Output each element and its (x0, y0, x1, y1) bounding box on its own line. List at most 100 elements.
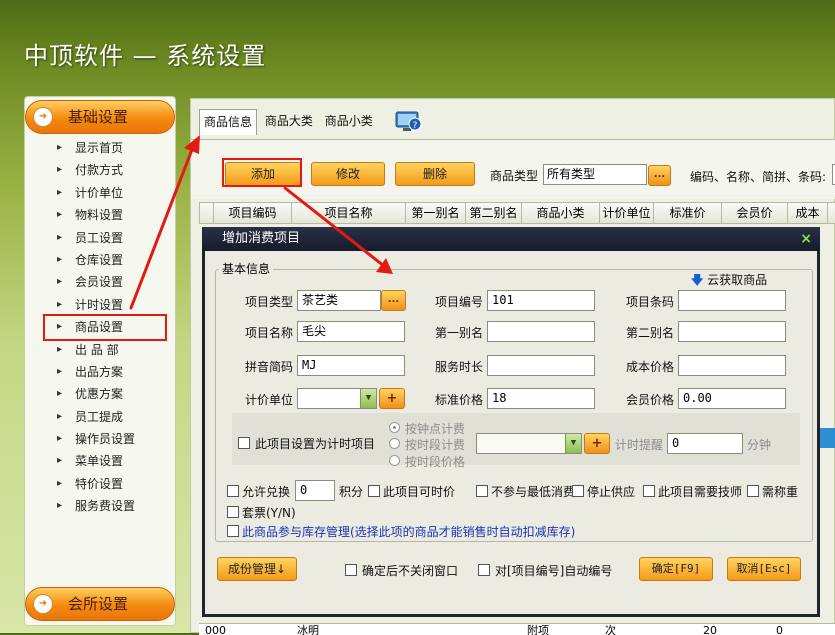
svg-text:?: ? (412, 121, 417, 131)
need-weigh-checkbox[interactable] (747, 485, 759, 497)
cloud-fetch-label: 云获取商品 (707, 273, 768, 287)
sidebar-item-timing[interactable]: 计时设置 (49, 294, 169, 316)
dialog-title-bar[interactable]: 增加消费项目 × (202, 227, 820, 251)
alias1-label: 第一别名 (435, 326, 484, 340)
auto-number-label: 对[项目编号]自动编号 (495, 564, 613, 578)
set-meal-label: 套票(Y/N) (242, 506, 296, 520)
sidebar-item-menu[interactable]: 菜单设置 (49, 450, 169, 472)
row-marker-header (200, 203, 214, 223)
chevron-down-icon[interactable]: ▼ (360, 389, 376, 408)
type-select[interactable]: 所有类型 (543, 164, 647, 185)
item-type-browse-button[interactable]: ... (381, 290, 406, 311)
add-unit-button[interactable]: + (379, 388, 405, 409)
alias2-field[interactable] (678, 321, 786, 342)
add-item-dialog: 增加消费项目 × 基本信息 🡇 云获取商品 项目类型 茶艺类 ... 项目编号 … (202, 227, 820, 617)
alias1-field[interactable] (487, 321, 595, 342)
unit-select[interactable]: ▼ (297, 388, 377, 409)
col-member-price[interactable]: 会员价 (722, 203, 788, 223)
timer-item-checkbox[interactable] (238, 437, 250, 449)
dialog-title: 增加消费项目 (222, 231, 301, 246)
sidebar-item-commission[interactable]: 员工提成 (49, 406, 169, 428)
item-code-field[interactable]: 101 (487, 290, 595, 311)
components-button[interactable]: 成份管理↓ (217, 557, 297, 581)
item-barcode-label: 项目条码 (626, 295, 675, 309)
sidebar-item-members[interactable]: 会员设置 (49, 271, 169, 293)
discountable-checkbox[interactable] (368, 485, 380, 497)
exchange-checkbox[interactable] (227, 485, 239, 497)
radio-hourly[interactable] (389, 422, 400, 433)
radio-period-price[interactable] (389, 455, 400, 466)
help-monitor-icon[interactable]: ? (395, 109, 423, 133)
col-cost[interactable]: 成本 (788, 203, 828, 223)
inventory-checkbox[interactable] (227, 525, 239, 537)
radio-period-label: 按时段计费 (405, 438, 466, 452)
delete-button[interactable]: 删除 (395, 162, 475, 186)
col-item-code[interactable]: 项目编码 (214, 203, 292, 223)
inventory-label: 此商品参与库存管理(选择此项的商品才能销售时自动扣减库存) (242, 525, 576, 539)
cloud-fetch-button[interactable]: 🡇 云获取商品 (691, 271, 767, 292)
search-label: 编码、名称、简拼、条码: (690, 170, 827, 184)
tab-product-info[interactable]: 商品信息 (199, 109, 258, 135)
sidebar-item-payment[interactable]: 付款方式 (49, 159, 169, 181)
item-type-field[interactable]: 茶艺类 (297, 290, 381, 311)
col-alias1[interactable]: 第一别名 (406, 203, 466, 223)
sidebar-item-dispatch[interactable]: 出 品 部 (49, 339, 169, 361)
sidebar-item-staff[interactable]: 员工设置 (49, 227, 169, 249)
type-browse-button[interactable]: ... (648, 165, 671, 186)
need-tech-checkbox[interactable] (643, 485, 655, 497)
app-title: 中顶软件 — 系统设置 (24, 42, 267, 70)
edit-button[interactable]: 修改 (311, 162, 385, 186)
table-row[interactable]: 000 冰明 附项 次 20 0 (199, 623, 835, 635)
section-basic-settings[interactable]: ➜ 基础设置 (25, 100, 175, 134)
col-alias2[interactable]: 第二别名 (466, 203, 522, 223)
col-std-price[interactable]: 标准价 (654, 203, 722, 223)
cell-std-price: 20 (703, 624, 717, 635)
sidebar-item-units[interactable]: 计价单位 (49, 182, 169, 204)
item-barcode-field[interactable] (678, 290, 786, 311)
reminder-field[interactable]: 0 (667, 433, 743, 454)
close-icon[interactable]: × (800, 227, 812, 251)
member-price-field[interactable]: 0.00 (678, 388, 786, 409)
tab-subcategory[interactable]: 商品小类 (321, 109, 377, 135)
set-meal-checkbox[interactable] (227, 506, 239, 518)
period-select[interactable]: ▼ (476, 433, 582, 454)
pinyin-field[interactable]: MJ (297, 355, 405, 376)
cell-name: 冰明 (297, 624, 319, 635)
sidebar-item-materials[interactable]: 物料设置 (49, 204, 169, 226)
tab-category[interactable]: 商品大类 (261, 109, 317, 135)
stop-supply-checkbox[interactable] (572, 485, 584, 497)
cell-code: 000 (205, 624, 226, 635)
std-price-field[interactable]: 18 (487, 388, 595, 409)
need-weigh-label: 需称重 (762, 485, 799, 499)
keep-open-label: 确定后不关闭窗口 (362, 564, 459, 578)
radio-period[interactable] (389, 438, 400, 449)
sidebar-item-home[interactable]: 显示首页 (49, 137, 169, 159)
chevron-down-icon[interactable]: ▼ (565, 434, 581, 453)
selected-row-indicator (818, 428, 835, 448)
no-min-spend-checkbox[interactable] (476, 485, 488, 497)
col-unit[interactable]: 计价单位 (600, 203, 654, 223)
cancel-button[interactable]: 取消[Esc] (727, 557, 801, 581)
alias2-label: 第二别名 (626, 326, 675, 340)
col-subcategory[interactable]: 商品小类 (522, 203, 600, 223)
expand-icon: ➜ (33, 594, 53, 614)
confirm-button[interactable]: 确定[F9] (639, 557, 713, 581)
sidebar-item-dispatch-plan[interactable]: 出品方案 (49, 361, 169, 383)
add-button[interactable]: 添加 (225, 162, 301, 186)
radio-period-price-label: 按时段价格 (405, 455, 466, 469)
cost-field[interactable] (678, 355, 786, 376)
item-name-field[interactable]: 毛尖 (297, 321, 405, 342)
col-item-name[interactable]: 项目名称 (292, 203, 406, 223)
duration-field[interactable] (487, 355, 595, 376)
sidebar-item-operators[interactable]: 操作员设置 (49, 428, 169, 450)
sidebar-item-discounts[interactable]: 优惠方案 (49, 383, 169, 405)
sidebar-item-specials[interactable]: 特价设置 (49, 473, 169, 495)
sidebar-item-warehouse[interactable]: 仓库设置 (49, 249, 169, 271)
add-period-button[interactable]: + (584, 433, 610, 454)
exchange-points-field[interactable]: 0 (295, 480, 335, 501)
keep-open-checkbox[interactable] (345, 564, 357, 576)
section-club-settings[interactable]: ➜ 会所设置 (25, 587, 175, 621)
sidebar-item-service-fee[interactable]: 服务费设置 (49, 495, 169, 517)
auto-number-checkbox[interactable] (478, 564, 490, 576)
sidebar-item-products[interactable]: 商品设置 (43, 314, 167, 341)
